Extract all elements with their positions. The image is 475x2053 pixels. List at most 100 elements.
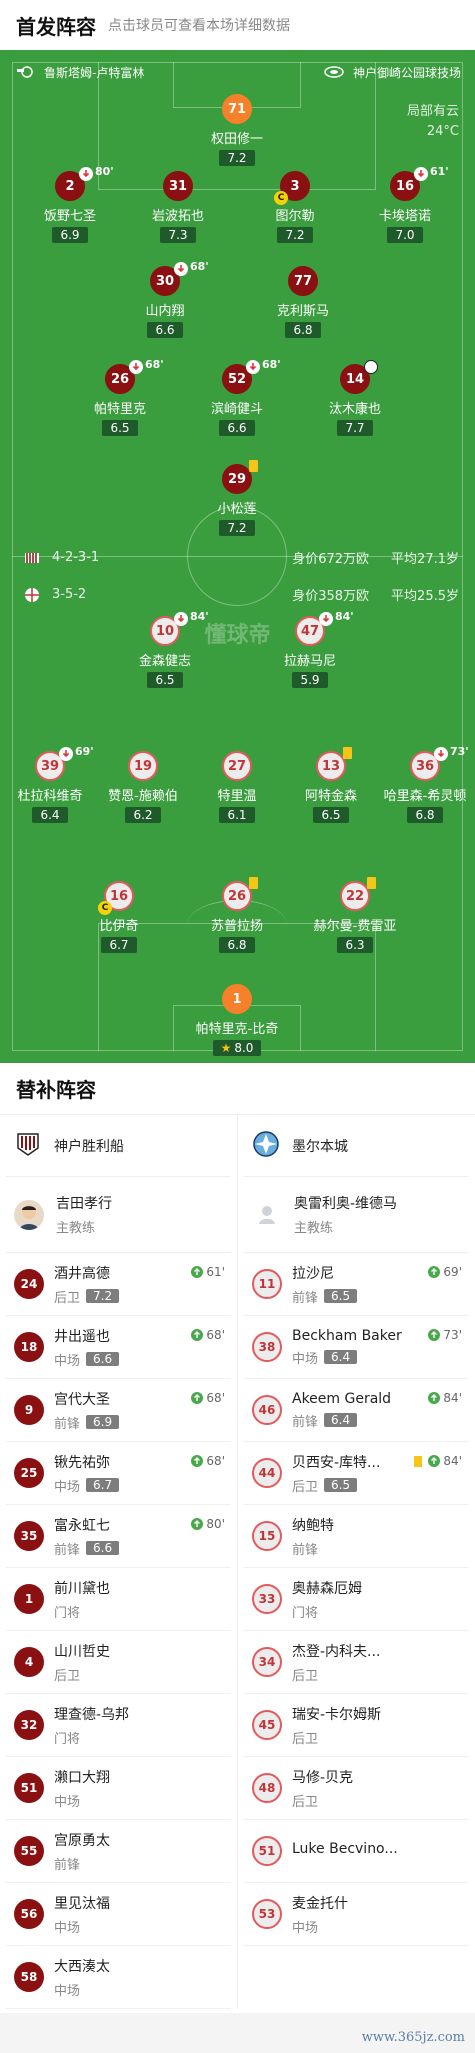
away-sub-player-6[interactable]: 34 杰登-内科夫... 后卫: [244, 1631, 468, 1694]
home-player-1[interactable]: 2 80' 饭野七圣 6.9: [15, 165, 125, 243]
away-sub-player-2[interactable]: 46 Akeem Gerald 前锋 6.4 84': [244, 1379, 468, 1442]
away-subs-team[interactable]: 墨尔本城: [244, 1115, 468, 1177]
shirt-number: 22: [340, 877, 376, 911]
home-player-3[interactable]: 3 C 图尔勒 7.2: [240, 171, 350, 243]
away-team-icon: [24, 587, 40, 603]
away-player-9[interactable]: 22 赫尔曼-费雷亚 6.3: [300, 877, 410, 953]
player-name: 滨崎健斗: [210, 402, 263, 417]
sub-in-minute: 61': [206, 1265, 225, 1279]
home-player-4[interactable]: 16 61' 卡埃塔诺 7.0: [350, 165, 460, 243]
away-sub-player-5[interactable]: 33 奥赫森厄姆 门将: [244, 1568, 468, 1631]
home-sub-player-8[interactable]: 51 濑口大翔 中场: [6, 1757, 231, 1820]
away-player-8[interactable]: 26 苏普拉扬 6.8: [182, 877, 292, 953]
sub-shirt-number: 51: [252, 1836, 282, 1866]
away-player-0[interactable]: 10 84' 金森健志 6.5: [110, 610, 220, 688]
lineup-header: 首发阵容 点击球员可查看本场详细数据: [0, 0, 475, 50]
sub-player-rating: 6.4: [324, 1413, 358, 1427]
away-sub-player-3[interactable]: 44 贝西安-库特... 后卫 6.5 84': [244, 1442, 468, 1505]
away-sub-player-7[interactable]: 45 瑞安-卡尔姆斯 后卫: [244, 1694, 468, 1757]
captain-icon: C: [274, 191, 288, 205]
referee-info: 鲁斯塔姆-卢特富林: [14, 64, 144, 81]
home-player-5[interactable]: 30 68' 山内翔 6.6: [110, 260, 220, 338]
sub-shirt-number: 33: [252, 1584, 282, 1614]
sub-in-icon: [428, 1266, 441, 1278]
player-name: 图尔勒: [275, 209, 315, 224]
away-team-logo-icon: [252, 1130, 280, 1162]
away-player-10[interactable]: 1 帕特里克-比奇 ★ 8.0: [182, 984, 292, 1056]
home-sub-player-7[interactable]: 32 理查德-乌邦 门将: [6, 1694, 231, 1757]
sub-in-icon: [428, 1455, 441, 1467]
away-player-6[interactable]: 36 73' 哈里森-希灵顿 6.8: [370, 745, 475, 823]
sub-out-icon: [59, 747, 73, 761]
sub-in-minute: 73': [443, 1328, 462, 1342]
away-player-1[interactable]: 47 84' 拉赫马尼 5.9: [255, 610, 365, 688]
footer-watermark: www.365jz.com: [361, 2030, 465, 2045]
home-sub-player-10[interactable]: 56 里见汰福 中场: [6, 1883, 231, 1946]
sub-minute: 61': [430, 165, 449, 178]
home-sub-player-0[interactable]: 24 酒井高德 后卫 7.2 61': [6, 1253, 231, 1316]
home-sub-player-4[interactable]: 35 富永虹七 前锋 6.6 80': [6, 1505, 231, 1568]
sub-player-rating: 7.2: [86, 1289, 120, 1303]
home-player-10[interactable]: 29 小松莲 7.2: [182, 460, 292, 536]
sub-minute: 84': [335, 610, 354, 623]
home-sub-player-5[interactable]: 1 前川黛也 门将: [6, 1568, 231, 1631]
away-player-7[interactable]: 16 C 比伊奇 6.7: [64, 881, 174, 953]
home-sub-player-11[interactable]: 58 大西湊太 中场: [6, 1946, 231, 2009]
home-player-6[interactable]: 77 克利斯马 6.8: [248, 266, 358, 338]
sub-shirt-number: 15: [252, 1521, 282, 1551]
home-player-2[interactable]: 31 岩波拓也 7.3: [123, 171, 233, 243]
player-rating: 6.2: [125, 807, 161, 823]
shirt-number: 16 C: [98, 881, 134, 915]
home-sub-player-6[interactable]: 4 山川哲史 后卫: [6, 1631, 231, 1694]
sub-in-indicator: 73': [428, 1328, 462, 1342]
home-player-0[interactable]: 71 权田修一 7.2: [182, 94, 292, 166]
away-sub-player-9[interactable]: 51 Luke Becvino...: [244, 1820, 468, 1883]
sub-player-name: 马修-贝克: [292, 1769, 354, 1786]
home-player-9[interactable]: 14 汰木康也 7.7: [300, 360, 410, 436]
home-coach[interactable]: 吉田孝行 主教练: [6, 1177, 231, 1253]
away-formation: 3-5-2: [52, 587, 87, 602]
home-sub-player-1[interactable]: 18 井出遥也 中场 6.6 68': [6, 1316, 231, 1379]
sub-in-minute: 80': [206, 1517, 225, 1531]
home-player-8[interactable]: 52 68' 滨崎健斗 6.6: [182, 358, 292, 436]
sub-player-rating: 6.4: [324, 1350, 358, 1364]
player-rating: 6.5: [147, 672, 183, 688]
sub-shirt-number: 45: [252, 1710, 282, 1740]
sub-player-position: 门将: [54, 1731, 81, 1747]
home-sub-player-2[interactable]: 9 宫代大圣 前锋 6.9 68': [6, 1379, 231, 1442]
stadium-info: 神户御崎公园球技场: [323, 64, 461, 81]
player-name: 汰木康也: [328, 402, 381, 417]
sub-player-name: 理查德-乌邦: [54, 1706, 130, 1723]
away-sub-player-4[interactable]: 15 纳鲍特 前锋: [244, 1505, 468, 1568]
away-sub-player-10[interactable]: 53 麦金托什 中场: [244, 1883, 468, 1946]
sub-in-indicator: 69': [428, 1265, 462, 1279]
sub-player-name: 井出遥也: [54, 1328, 110, 1345]
sub-in-indicator: 84': [414, 1454, 462, 1468]
sub-player-rating: 6.6: [86, 1352, 120, 1366]
player-name: 山内翔: [145, 304, 185, 319]
sub-player-name: 麦金托什: [292, 1895, 348, 1912]
away-sub-player-0[interactable]: 11 拉沙尼 前锋 6.5 69': [244, 1253, 468, 1316]
home-sub-player-9[interactable]: 55 宫原勇太 前锋: [6, 1820, 231, 1883]
home-sub-player-3[interactable]: 25 锹先祐弥 中场 6.7 68': [6, 1442, 231, 1505]
shirt-number: 47 84': [295, 610, 354, 646]
player-name: 赫尔曼-费雷亚: [313, 919, 397, 934]
sub-shirt-number: 34: [252, 1647, 282, 1677]
sub-in-minute: 84': [443, 1391, 462, 1405]
sub-player-position: 中场: [292, 1920, 319, 1936]
sub-player-position: 中场: [54, 1983, 81, 1999]
away-sub-player-1[interactable]: 38 Beckham Baker 中场 6.4 73': [244, 1316, 468, 1379]
away-team-name: 墨尔本城: [292, 1138, 348, 1155]
home-player-7[interactable]: 26 68' 帕特里克 6.5: [65, 358, 175, 436]
home-subs-team[interactable]: 神户胜利船: [6, 1115, 231, 1177]
sub-in-minute: 68': [206, 1391, 225, 1405]
player-rating: 6.6: [219, 420, 255, 436]
sub-shirt-number: 35: [14, 1521, 44, 1551]
away-sub-player-8[interactable]: 48 马修-贝克 后卫: [244, 1757, 468, 1820]
player-name: 苏普拉扬: [210, 919, 263, 934]
sub-player-rating: 6.9: [86, 1415, 120, 1429]
yellow-card-icon: [249, 460, 258, 472]
subs-title: 替补阵容: [0, 1063, 475, 1115]
away-coach[interactable]: 奥雷利奥-维德马 主教练: [244, 1177, 468, 1253]
sub-minute: 68': [262, 358, 281, 371]
